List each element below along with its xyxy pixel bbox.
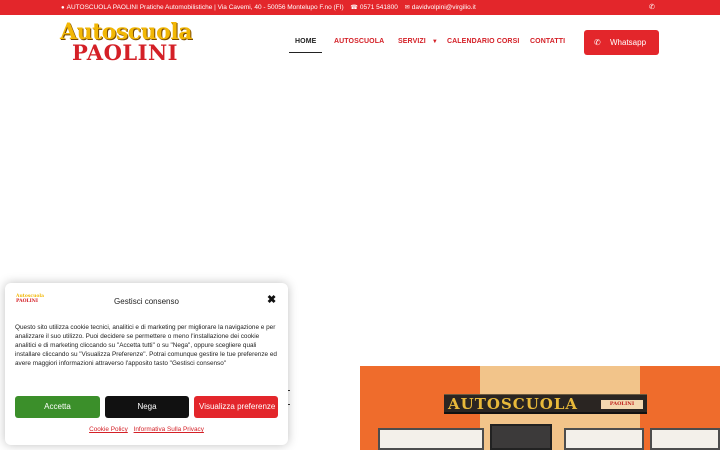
phone-icon: ☎ (350, 5, 358, 11)
address-text: AUTOSCUOLA PAOLINI Pratiche Automobilist… (66, 4, 344, 11)
sign-subtext: PAOLINI (601, 400, 643, 409)
privacy-policy-link[interactable]: Informativa Sulla Privacy (134, 426, 204, 433)
accept-button[interactable]: Accetta (15, 396, 100, 418)
address-item: ● AUTOSCUOLA PAOLINI Pratiche Automobilis… (61, 0, 344, 16)
site-logo[interactable]: Autoscuola PAOLINI (60, 21, 192, 65)
phone-item[interactable]: ☎ 0571 541800 (350, 0, 397, 16)
nav-item-home[interactable]: HOME (288, 38, 323, 53)
shop-window (378, 428, 484, 450)
whatsapp-button[interactable]: ✆ Whatsapp (584, 30, 659, 55)
nav-item-autoscuola[interactable]: AUTOSCUOLA (334, 38, 384, 45)
whatsapp-icon: ✆ (594, 38, 601, 47)
shop-window (564, 428, 644, 450)
cookie-policy-link[interactable]: Cookie Policy (89, 426, 128, 433)
nav-item-servizi[interactable]: SERVIZI ▼ (398, 38, 438, 45)
view-preferences-button[interactable]: Visualizza preferenze (194, 396, 278, 418)
email-text[interactable]: davidvolpini@virgilio.it (412, 4, 476, 11)
deny-button[interactable]: Nega (105, 396, 189, 418)
site-header: Autoscuola PAOLINI HOME AUTOSCUOLA SERVI… (0, 15, 720, 70)
cookie-dialog-text: Questo sito utilizza cookie tecnici, ana… (15, 324, 277, 367)
sign-text: AUTOSCUOLA (448, 395, 579, 413)
whatsapp-icon[interactable]: ✆ (649, 0, 655, 15)
nav-item-contatti[interactable]: CONTATTI (530, 38, 565, 45)
storefront-photo: AUTOSCUOLA PAOLINI (360, 366, 720, 450)
close-icon[interactable]: ✖ (267, 295, 276, 306)
page: ● AUTOSCUOLA PAOLINI Pratiche Automobilis… (0, 0, 720, 450)
map-pin-icon: ● (61, 5, 65, 11)
top-info-bar: ● AUTOSCUOLA PAOLINI Pratiche Automobilis… (0, 0, 720, 15)
shop-window (650, 428, 720, 450)
cookie-consent-dialog: Autoscuola PAOLINI Gestisci consenso ✖ Q… (5, 283, 288, 445)
chevron-down-icon: ▼ (431, 39, 438, 45)
whatsapp-button-label: Whatsapp (610, 38, 647, 47)
contact-info: ● AUTOSCUOLA PAOLINI Pratiche Automobilis… (61, 0, 481, 16)
cookie-dialog-links: Cookie Policy Informativa Sulla Privacy (5, 426, 288, 433)
storefront-sign: AUTOSCUOLA PAOLINI (444, 394, 647, 414)
envelope-icon: ✉ (404, 5, 410, 11)
logo-line-2: PAOLINI (72, 40, 178, 65)
nav-item-servizi-label: SERVIZI (398, 38, 426, 45)
cookie-dialog-title: Gestisci consenso (114, 297, 179, 306)
nav-item-calendario-corsi[interactable]: CALENDARIO CORSI (447, 38, 519, 45)
phone-text[interactable]: 0571 541800 (360, 4, 398, 11)
email-item[interactable]: ✉ davidvolpini@virgilio.it (405, 0, 476, 16)
shop-door (490, 424, 552, 450)
